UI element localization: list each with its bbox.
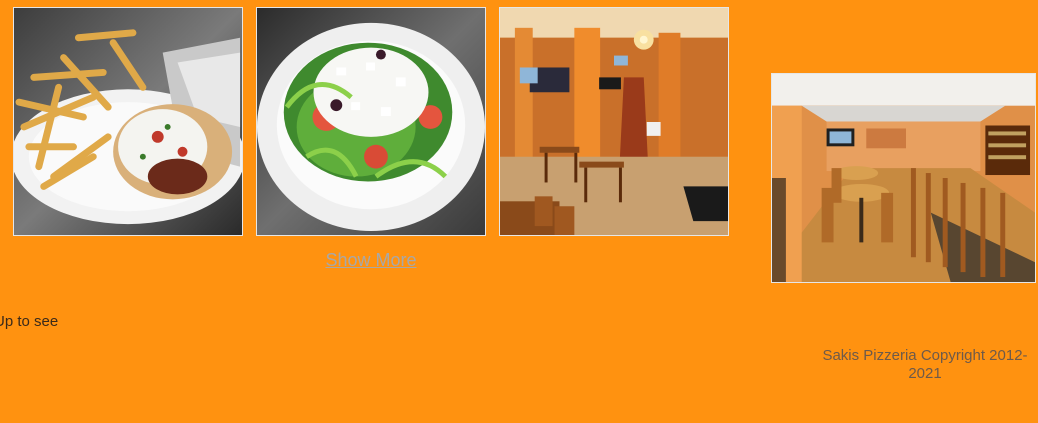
- signup-text: Up to see: [0, 313, 59, 330]
- dining-room-image: [772, 74, 1035, 282]
- show-more-link[interactable]: Show More: [256, 250, 486, 271]
- greek-salad-photo[interactable]: [256, 7, 486, 236]
- gyro-fries-photo[interactable]: [13, 7, 243, 236]
- greek-salad-image: [257, 8, 485, 235]
- copyright-text: Sakis Pizzeria Copyright 2012-2021: [822, 347, 1028, 382]
- restaurant-interior-photo[interactable]: [499, 7, 729, 236]
- dining-room-photo[interactable]: [771, 73, 1036, 283]
- restaurant-interior-image: [500, 8, 728, 235]
- gyro-fries-image: [14, 8, 242, 235]
